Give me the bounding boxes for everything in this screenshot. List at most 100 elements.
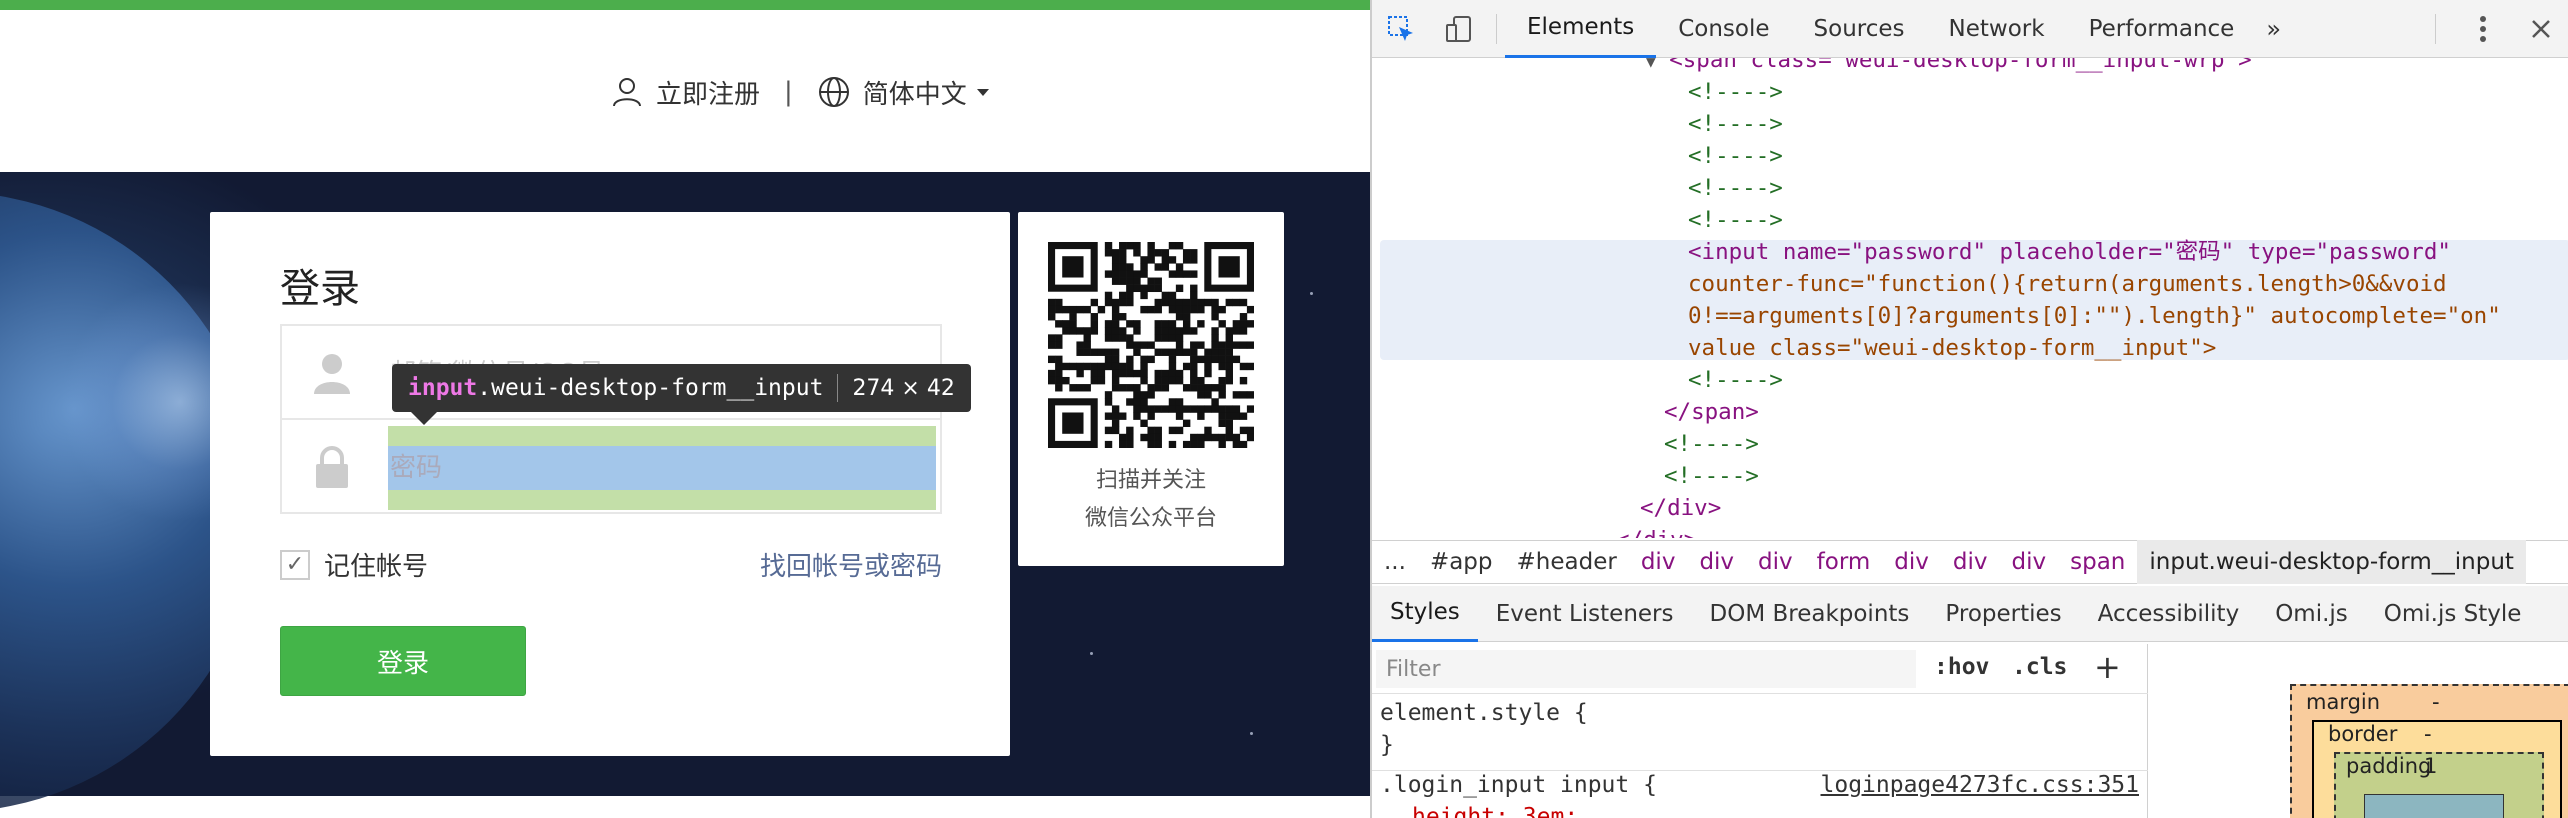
code-line-comment[interactable]: <!----> — [1664, 428, 1759, 460]
styles-filter-input[interactable]: Filter — [1376, 650, 1916, 688]
code-line-input-4[interactable]: value class="weui-desktop-form__input"> — [1688, 332, 2216, 364]
lock-icon — [316, 446, 348, 488]
inspect-element-icon[interactable] — [1372, 0, 1430, 58]
globe-icon — [818, 77, 849, 107]
expand-triangle-icon[interactable]: ▼ — [1646, 58, 1656, 71]
rule-divider — [1372, 770, 2148, 771]
star — [1310, 292, 1313, 295]
remember-account[interactable]: ✓ 记住帐号 — [280, 546, 428, 583]
rule-source-link[interactable]: loginpage4273fc.css:351 — [1821, 772, 2140, 798]
styles-filter-row: Filter :hov .cls + — [1372, 644, 2148, 694]
breadcrumb-item[interactable]: div — [1687, 549, 1746, 575]
element-style-close: } — [1380, 732, 1394, 758]
header-separator: | — [784, 77, 793, 107]
tab-sources[interactable]: Sources — [1792, 0, 1927, 58]
user-icon — [613, 78, 641, 107]
margin-label: margin — [2306, 690, 2381, 714]
qr-card: 扫描并关注 微信公众平台 — [1018, 212, 1284, 566]
cls-toggle[interactable]: .cls — [2012, 654, 2067, 680]
code-line-span-close[interactable]: </span> — [1664, 396, 1759, 428]
breadcrumb-item[interactable]: #app — [1418, 549, 1505, 575]
code-line-comment[interactable]: <!----> — [1688, 172, 1783, 204]
breadcrumb-item[interactable]: div — [1941, 549, 2000, 575]
code-line-comment[interactable]: <!----> — [1664, 460, 1759, 492]
qr-caption-line2: 微信公众平台 — [1084, 506, 1217, 531]
code-line-comment[interactable]: <!----> — [1688, 140, 1783, 172]
border-label: border — [2328, 722, 2398, 746]
code-line-comment[interactable]: <!----> — [1688, 204, 1783, 236]
tab-properties[interactable]: Properties — [1927, 586, 2079, 642]
toolbar-divider — [1496, 13, 1497, 44]
code-line-comment[interactable]: <!----> — [1688, 364, 1783, 396]
breadcrumb-ellipsis[interactable]: ... — [1372, 549, 1418, 575]
dom-breadcrumbs: ... #app #header div div div form div di… — [1372, 540, 2568, 584]
box-model-diagram: margin - border - padding 1 — [2150, 644, 2568, 818]
header-links: 立即注册 | 简体中文 — [610, 72, 989, 112]
breadcrumb-item[interactable]: #header — [1505, 549, 1629, 575]
breadcrumb-selected[interactable]: input.weui-desktop-form__input — [2137, 540, 2526, 584]
tab-accessibility[interactable]: Accessibility — [2080, 586, 2258, 642]
tooltip-tag: input — [408, 375, 478, 401]
tab-omijs[interactable]: Omi.js — [2257, 586, 2366, 642]
toolbar-right — [2427, 0, 2568, 58]
breadcrumb-item[interactable]: span — [2058, 549, 2137, 575]
breadcrumb-item[interactable]: form — [1805, 549, 1883, 575]
tab-elements[interactable]: Elements — [1505, 0, 1657, 58]
breadcrumb-item[interactable]: div — [1629, 549, 1688, 575]
margin-value: - — [2432, 690, 2440, 714]
screen: 立即注册 | 简体中文 登录 邮箱/微信号/QQ号 ✓ 记住帐号 找回帐号或密码… — [0, 0, 2568, 818]
code-line-div-close[interactable]: </div> — [1616, 524, 1697, 538]
sidebar-tabs: Styles Event Listeners DOM Breakpoints P… — [1372, 586, 2568, 642]
tab-dom-breakpoints[interactable]: DOM Breakpoints — [1692, 586, 1928, 642]
more-tabs-icon[interactable]: » — [2266, 15, 2281, 43]
login-title: 登录 — [280, 266, 360, 312]
rule-property[interactable]: height: 3em; — [1412, 804, 1578, 818]
code-line-div-close[interactable]: </div> — [1640, 492, 1721, 524]
code-line-comment[interactable]: <!----> — [1688, 76, 1783, 108]
breadcrumb-item[interactable]: div — [1746, 549, 1805, 575]
remember-checkbox[interactable]: ✓ — [280, 549, 310, 580]
tab-omijs-style[interactable]: Omi.js Style — [2366, 586, 2540, 642]
tab-console[interactable]: Console — [1656, 0, 1791, 58]
qr-caption-line1: 扫描并关注 — [1095, 468, 1206, 493]
breadcrumb-item[interactable]: div — [1882, 549, 1941, 575]
user-icon — [314, 354, 350, 394]
top-accent-bar — [0, 0, 1370, 10]
elements-tree[interactable]: ▼ <span class="weui-desktop-form__input-… — [1372, 58, 2568, 538]
toolbar-divider — [2435, 14, 2436, 44]
code-line-input-2[interactable]: counter-func="function(){return(argument… — [1688, 268, 2447, 300]
element-style-open[interactable]: element.style { — [1380, 700, 1588, 726]
code-line-span-open[interactable]: ▼ <span class="weui-desktop-form__input-… — [1646, 58, 2252, 78]
login-card: 登录 ✓ 记住帐号 找回帐号或密码 — [210, 212, 1010, 756]
qr-code-image — [1048, 242, 1254, 448]
remember-label: 记住帐号 — [324, 552, 429, 582]
box-model-margin: margin - border - padding 1 — [2290, 684, 2568, 818]
chevron-down-icon[interactable] — [976, 88, 989, 96]
tab-performance[interactable]: Performance — [2067, 0, 2257, 58]
device-toolbar-icon[interactable] — [1430, 0, 1488, 58]
code-line-input-1[interactable]: <input name="password" placeholder="密码" … — [1688, 236, 2451, 268]
close-icon[interactable] — [2512, 0, 2568, 58]
login-button[interactable]: 登录 — [280, 626, 526, 696]
tab-event-listeners[interactable]: Event Listeners — [1478, 586, 1692, 642]
border-value: - — [2424, 722, 2432, 746]
breadcrumb-item[interactable]: div — [2000, 549, 2059, 575]
devtools-toolbar: Elements Console Sources Network Perform… — [1372, 0, 2568, 58]
login-page: 立即注册 | 简体中文 登录 邮箱/微信号/QQ号 ✓ 记住帐号 找回帐号或密码… — [0, 0, 1370, 818]
forgot-password-link[interactable]: 找回帐号或密码 — [760, 546, 942, 583]
language-selector[interactable]: 简体中文 — [863, 74, 967, 111]
register-link[interactable]: 立即注册 — [656, 74, 760, 111]
new-rule-button[interactable]: + — [2094, 648, 2121, 686]
code-line-comment[interactable]: <!----> — [1688, 108, 1783, 140]
tab-network[interactable]: Network — [1927, 0, 2067, 58]
hov-toggle[interactable]: :hov — [1934, 654, 1989, 680]
box-model-content — [2364, 794, 2504, 818]
rule-selector[interactable]: .login_input input { — [1380, 772, 1657, 798]
tooltip-class: .weui-desktop-form__input — [477, 375, 824, 401]
tab-styles[interactable]: Styles — [1372, 586, 1478, 642]
password-input[interactable] — [390, 446, 938, 490]
kebab-menu-icon[interactable] — [2454, 0, 2512, 58]
code-line-input-3[interactable]: 0!==arguments[0]?arguments[0]:"").length… — [1688, 300, 2501, 332]
box-model-border: border - padding 1 — [2312, 720, 2562, 818]
box-model-padding: padding 1 — [2334, 752, 2544, 818]
